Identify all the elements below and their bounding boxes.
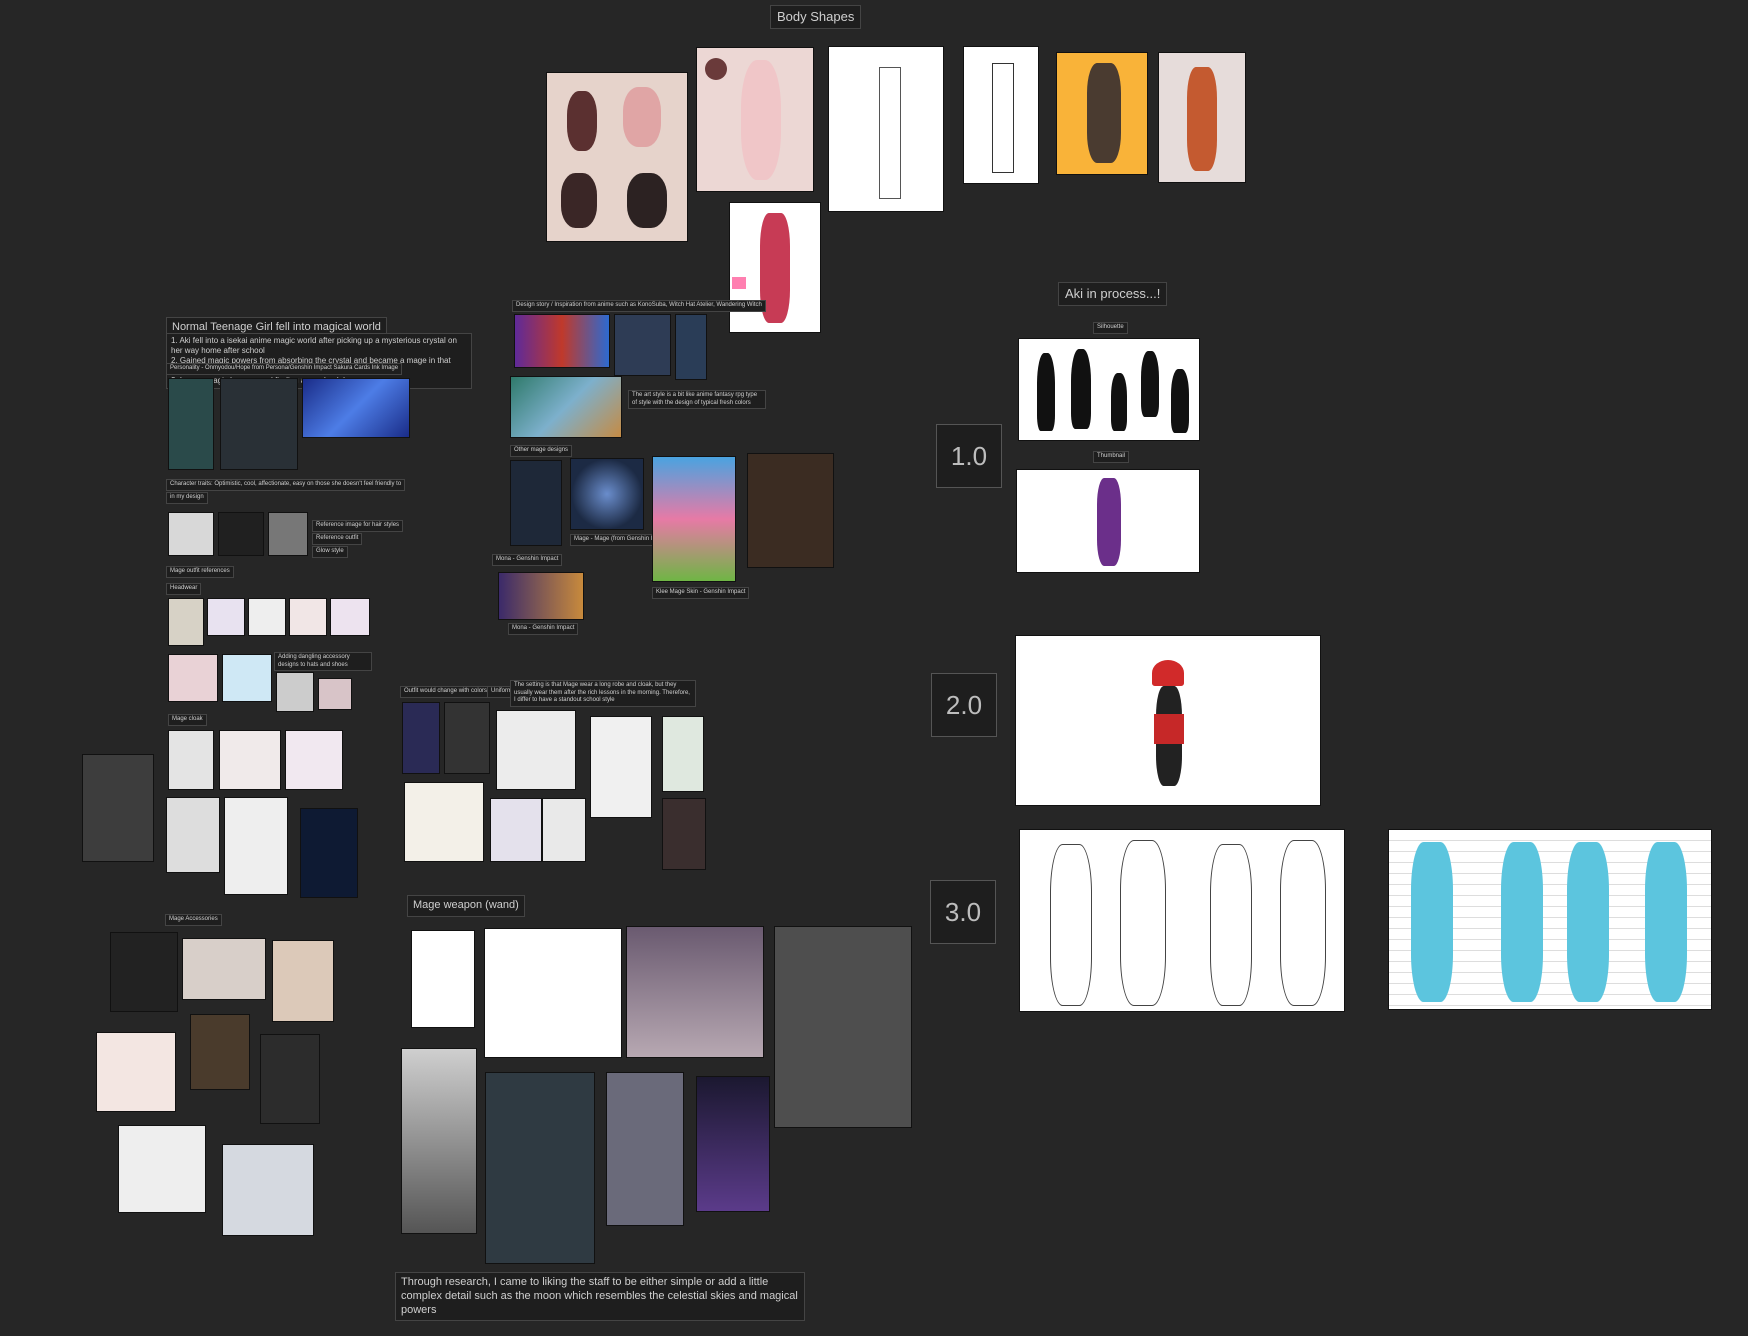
ref-image-pink-girl[interactable] xyxy=(696,47,814,192)
ref-image-cloak-3[interactable] xyxy=(285,730,343,790)
ref-image-library-witch[interactable] xyxy=(747,453,834,568)
ref-image-staff-mage[interactable] xyxy=(484,928,622,1058)
ref-image-witch-sketch[interactable] xyxy=(828,46,944,212)
ref-image-moon-staff[interactable] xyxy=(401,1048,477,1234)
headwear-label: Headwear xyxy=(166,583,202,595)
ref-image-pumpkin-girl[interactable] xyxy=(1158,52,1246,183)
version-3-color-turnaround[interactable] xyxy=(1388,829,1712,1010)
ref-image-anime-girl[interactable] xyxy=(729,202,821,333)
ref-image-outfit-8[interactable] xyxy=(542,798,586,862)
ref-image-outfit-4[interactable] xyxy=(590,716,652,818)
ref-image-cloak-4[interactable] xyxy=(82,754,154,862)
ref-image-mage-orb[interactable] xyxy=(570,458,644,530)
version-badge-2: 2.0 xyxy=(931,673,997,737)
ref-image-mona[interactable] xyxy=(498,572,584,620)
weapon-label: Mage weapon (wand) xyxy=(407,895,525,917)
silhouette-sheet[interactable] xyxy=(1018,338,1200,441)
ref-image-purple-staff[interactable] xyxy=(696,1076,770,1212)
ref-image-hat-4[interactable] xyxy=(289,598,327,636)
ref-image-staff-girl[interactable] xyxy=(411,930,475,1028)
ref-image-hat-8[interactable] xyxy=(276,672,314,712)
ref-image-outfit-2[interactable] xyxy=(444,702,490,774)
art-style-note: The art style is a bit like anime fantas… xyxy=(628,390,766,409)
ref-image-cloak-1[interactable] xyxy=(168,730,214,790)
ref-image-cloak-5[interactable] xyxy=(166,797,220,873)
mage-cloak-label: Mage cloak xyxy=(168,714,207,726)
ref-image-outfit-9[interactable] xyxy=(662,798,706,870)
ref-image-staff-set[interactable] xyxy=(485,1072,595,1264)
ref-image-hat-3[interactable] xyxy=(248,598,286,636)
ref-image-klee[interactable] xyxy=(652,456,736,582)
other-mage-designs: Other mage designs xyxy=(510,445,573,457)
hair-note-1: Reference image for hair styles xyxy=(312,520,404,532)
version-badge-3: 3.0 xyxy=(930,880,996,944)
ref-image-cloak-2[interactable] xyxy=(219,730,281,790)
ref-image-headpiece[interactable] xyxy=(182,938,266,1000)
ref-image-konosuba[interactable] xyxy=(514,314,610,368)
ref-image-face-chain[interactable] xyxy=(96,1032,176,1112)
ref-image-outfit-3[interactable] xyxy=(496,710,576,790)
ref-image-crown[interactable] xyxy=(190,1014,250,1090)
ref-image-hat-9[interactable] xyxy=(318,678,352,710)
ref-image-girl-green[interactable] xyxy=(168,378,214,470)
ref-image-hair-3[interactable] xyxy=(268,512,308,556)
ref-image-outfit-7[interactable] xyxy=(490,798,542,862)
ref-image-butterfly-shoes[interactable] xyxy=(222,1144,314,1236)
ref-image-chibi-sheet[interactable] xyxy=(546,72,688,242)
ref-image-aqua-1[interactable] xyxy=(614,314,671,376)
ref-image-hat-7[interactable] xyxy=(222,654,272,702)
ref-image-hat-6[interactable] xyxy=(168,654,218,702)
mage-outfit-label: Mage outfit references xyxy=(166,566,234,578)
ref-image-hat-1[interactable] xyxy=(168,598,204,646)
version-3-lineart[interactable] xyxy=(1019,829,1345,1012)
ref-image-girl-blue[interactable] xyxy=(302,378,410,438)
ref-image-hair-2[interactable] xyxy=(218,512,264,556)
klee-caption: Klee Mage Skin - Genshin Impact xyxy=(652,587,750,599)
ref-image-party[interactable] xyxy=(510,376,622,438)
silhouette-label: Silhouette xyxy=(1093,322,1128,334)
ref-image-mask[interactable] xyxy=(110,932,178,1012)
ref-image-girl-jacket[interactable] xyxy=(220,378,298,470)
ref-image-choker[interactable] xyxy=(118,1125,206,1213)
mona-caption-2: Mona - Genshin Impact xyxy=(508,623,579,635)
ref-image-hat-2[interactable] xyxy=(207,598,245,636)
character-traits: Character traits: Optimistic, cool, affe… xyxy=(166,479,406,491)
thumbnail-label: Thumbnail xyxy=(1093,451,1130,463)
ref-image-hat-5[interactable] xyxy=(330,598,370,636)
ref-image-cloak-7[interactable] xyxy=(300,808,358,898)
version-badge-1: 1.0 xyxy=(936,424,1002,488)
mona-caption-1: Mona - Genshin Impact xyxy=(492,554,563,566)
personality-label: Personality - Onmyodou/Hope from Persona… xyxy=(166,363,403,375)
ref-image-glove[interactable] xyxy=(260,1034,320,1124)
outfit-setting: The setting is that Mage wear a long rob… xyxy=(510,680,696,707)
ref-image-bracelet[interactable] xyxy=(272,940,334,1022)
accessory-note: Adding dangling accessory designs to hat… xyxy=(274,652,372,671)
thumbnail-sketch[interactable] xyxy=(1016,469,1200,573)
ref-image-crescent-staff[interactable] xyxy=(606,1072,684,1226)
hair-note-2: Reference outfit xyxy=(312,533,363,545)
ref-image-hair-1[interactable] xyxy=(168,512,214,556)
ref-image-outfit-6[interactable] xyxy=(404,782,484,862)
ref-image-witch-lineart[interactable] xyxy=(963,46,1039,184)
process-title: Aki in process...! xyxy=(1058,282,1168,307)
ref-image-cloak-6[interactable] xyxy=(224,797,288,895)
ref-image-outfit-1[interactable] xyxy=(402,702,440,774)
hair-ref-label: in my design xyxy=(166,492,208,504)
board-title: Body Shapes xyxy=(770,5,862,30)
design-note: Design story / Inspiration from anime su… xyxy=(512,300,766,312)
hair-note-3: Glow style xyxy=(312,546,348,558)
ref-image-red-witch[interactable] xyxy=(626,926,764,1058)
mage-accessories-label: Mage Accessories xyxy=(165,914,222,926)
ref-image-golden-staff[interactable] xyxy=(774,926,912,1128)
ref-image-ice-mage[interactable] xyxy=(510,460,562,546)
ref-image-orange-witch[interactable] xyxy=(1056,52,1148,175)
ref-image-outfit-5[interactable] xyxy=(662,716,704,792)
version-2-drawing[interactable] xyxy=(1015,635,1321,806)
ref-image-aqua-2[interactable] xyxy=(675,314,707,380)
research-text: Through research, I came to liking the s… xyxy=(395,1272,805,1322)
outfit-notes: Outfit would change with colors xyxy=(400,686,492,698)
